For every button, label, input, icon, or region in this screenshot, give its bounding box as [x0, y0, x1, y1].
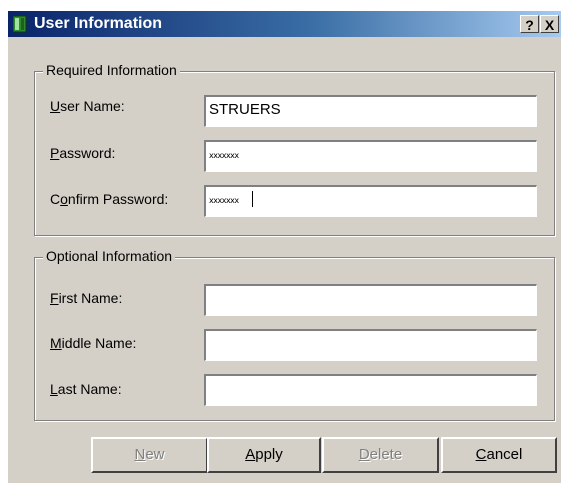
cancel-button[interactable]: Cancel — [441, 437, 557, 473]
new-button-key: N — [134, 446, 146, 463]
close-button[interactable]: X — [540, 15, 559, 33]
password-input[interactable]: xxxxxxx — [203, 139, 538, 173]
user-name-label: User Name: — [50, 98, 125, 114]
apply-button[interactable]: Apply — [207, 437, 321, 473]
user-information-dialog: User Information ? X Required Informatio… — [8, 11, 561, 483]
first-name-label: First Name: — [50, 290, 123, 306]
apply-button-label: pply — [255, 446, 283, 463]
cancel-button-key: C — [475, 446, 487, 463]
delete-button[interactable]: Delete — [322, 437, 439, 473]
new-button[interactable]: New — [91, 437, 208, 473]
help-button[interactable]: ? — [520, 15, 539, 33]
confirm-password-label: Confirm Password: — [50, 191, 169, 207]
last-name-input[interactable] — [203, 373, 538, 407]
window-title: User Information — [34, 15, 163, 32]
confirm-password-masked-value: xxxxxxx — [209, 196, 239, 205]
password-label: Password: — [50, 145, 116, 161]
last-name-label: Last Name: — [50, 381, 122, 397]
delete-button-label: elete — [369, 446, 403, 463]
user-name-value: STRUERS — [209, 101, 281, 118]
first-name-input[interactable] — [203, 283, 538, 317]
help-icon: ? — [525, 17, 534, 33]
new-button-label: ew — [145, 446, 165, 463]
delete-button-key: D — [358, 446, 370, 463]
middle-name-input[interactable] — [203, 328, 538, 362]
apply-button-key: A — [245, 446, 256, 463]
close-icon: X — [544, 17, 555, 33]
password-masked-value: xxxxxxx — [209, 151, 239, 160]
cancel-button-label: ancel — [486, 446, 523, 463]
middle-name-label: Middle Name: — [50, 335, 137, 351]
title-bar[interactable]: User Information ? X — [8, 11, 561, 37]
user-name-input[interactable]: STRUERS — [203, 94, 538, 128]
confirm-password-input[interactable]: xxxxxxx — [203, 184, 538, 218]
app-icon — [12, 15, 27, 33]
optional-information-legend: Optional Information — [43, 248, 176, 264]
required-information-legend: Required Information — [43, 62, 180, 78]
text-cursor — [252, 191, 253, 207]
